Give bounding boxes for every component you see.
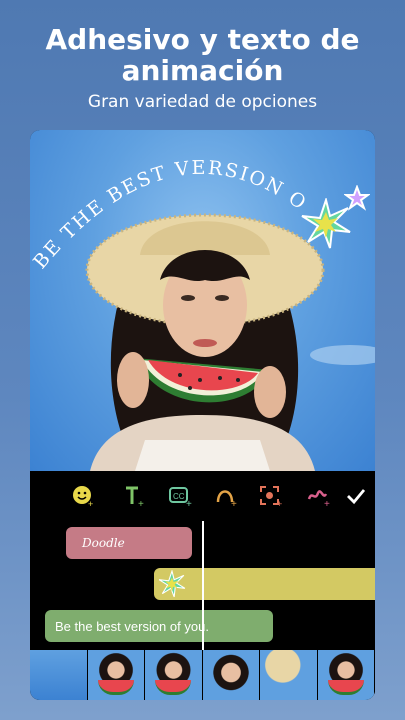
svg-text:+: + bbox=[88, 499, 93, 508]
face-focus-icon[interactable]: + bbox=[258, 483, 284, 509]
headline-line-2: animación bbox=[121, 54, 284, 87]
film-frame bbox=[30, 650, 88, 700]
text-clip[interactable]: Be the best version of you. bbox=[45, 610, 273, 642]
subtitle: Gran variedad de opciones bbox=[87, 92, 318, 112]
sparkle-burst-icon bbox=[158, 570, 186, 598]
svg-text:+: + bbox=[186, 499, 192, 508]
curve-text-icon[interactable]: + bbox=[214, 483, 240, 509]
caption-add-icon[interactable]: CC + bbox=[168, 483, 194, 509]
film-frame bbox=[87, 650, 145, 700]
film-frame bbox=[202, 650, 260, 700]
headline-line-1: Adhesivo y texto de bbox=[45, 23, 360, 56]
headline: Adhesivo y texto de animación bbox=[0, 24, 405, 86]
svg-text:+: + bbox=[277, 499, 282, 508]
film-frame bbox=[260, 650, 318, 700]
film-frame bbox=[317, 650, 375, 700]
photo-canvas[interactable]: BE THE BEST VERSION OF YOU. bbox=[30, 130, 375, 471]
doodle-add-icon[interactable]: + bbox=[306, 483, 332, 509]
star-outline-icon[interactable] bbox=[344, 185, 370, 211]
video-filmstrip[interactable] bbox=[30, 650, 375, 700]
edit-toolbar: + + CC + + + + bbox=[30, 471, 375, 523]
curved-text-overlay[interactable]: BE THE BEST VERSION OF YOU. bbox=[30, 130, 375, 471]
playhead[interactable] bbox=[202, 521, 204, 661]
svg-text:+: + bbox=[138, 499, 144, 508]
doodle-clip[interactable]: Doodle bbox=[66, 527, 192, 559]
svg-text:+: + bbox=[231, 499, 237, 508]
emoji-add-icon[interactable]: + bbox=[70, 483, 96, 509]
film-frame bbox=[145, 650, 203, 700]
svg-text:+: + bbox=[324, 499, 330, 508]
editor-preview: BE THE BEST VERSION OF YOU. + + CC+ + + … bbox=[30, 130, 375, 700]
text-add-icon[interactable]: + bbox=[122, 483, 148, 509]
doodle-clip-label: Doodle bbox=[82, 536, 125, 550]
svg-text:BE THE BEST VERSION OF YOU.: BE THE BEST VERSION OF YOU. bbox=[30, 130, 311, 273]
confirm-check-icon[interactable] bbox=[343, 483, 369, 509]
sticker-clip[interactable] bbox=[154, 568, 375, 600]
svg-text:CC: CC bbox=[173, 492, 185, 501]
curved-text: BE THE BEST VERSION OF YOU. bbox=[30, 130, 309, 273]
layer-timeline[interactable]: Doodle Be the best version of you. bbox=[30, 521, 375, 661]
text-clip-label: Be the best version of you. bbox=[55, 618, 209, 634]
